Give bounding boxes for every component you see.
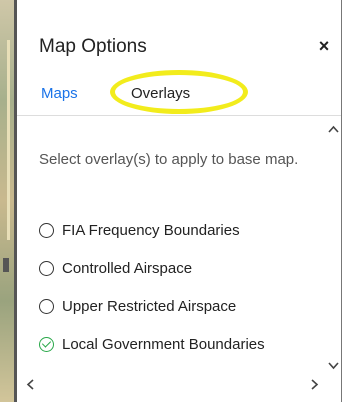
option-fia-frequency-boundaries[interactable]: FIA Frequency Boundaries xyxy=(39,219,240,241)
radio-empty-icon[interactable] xyxy=(39,298,54,314)
scroll-right-arrow-icon[interactable] xyxy=(307,377,322,392)
option-label: Upper Restricted Airspace xyxy=(62,297,237,315)
tab-bar: Maps Overlays xyxy=(17,75,341,116)
option-label: Local Government Boundaries xyxy=(62,335,265,353)
map-background xyxy=(0,0,14,402)
overlay-instructions: Select overlay(s) to apply to base map. xyxy=(39,151,299,168)
tab-overlays[interactable]: Overlays xyxy=(131,75,190,115)
option-upper-restricted-airspace[interactable]: Upper Restricted Airspace xyxy=(39,295,236,317)
panel-header: Map Options × xyxy=(17,0,341,72)
scroll-down-arrow-icon[interactable] xyxy=(326,358,341,373)
radio-empty-icon[interactable] xyxy=(39,222,54,238)
option-label: FIA Frequency Boundaries xyxy=(62,221,240,239)
scroll-left-arrow-icon[interactable] xyxy=(23,377,38,392)
map-road xyxy=(7,40,10,240)
vertical-scrollbar[interactable] xyxy=(326,118,341,380)
map-options-panel: Map Options × Maps Overlays Select overl… xyxy=(14,0,342,402)
option-controlled-airspace[interactable]: Controlled Airspace xyxy=(39,257,192,279)
map-marker xyxy=(3,258,9,272)
option-label: Controlled Airspace xyxy=(62,259,193,277)
close-button[interactable]: × xyxy=(316,36,332,57)
tab-maps[interactable]: Maps xyxy=(41,75,78,115)
radio-empty-icon[interactable] xyxy=(39,260,54,276)
option-local-government-boundaries[interactable]: Local Government Boundaries xyxy=(39,333,265,355)
check-circle-icon[interactable] xyxy=(39,336,54,352)
horizontal-scrollbar[interactable] xyxy=(17,373,330,395)
overlay-list: Select overlay(s) to apply to base map. … xyxy=(17,118,330,380)
panel-title: Map Options xyxy=(39,36,147,57)
scroll-up-arrow-icon[interactable] xyxy=(326,122,341,137)
